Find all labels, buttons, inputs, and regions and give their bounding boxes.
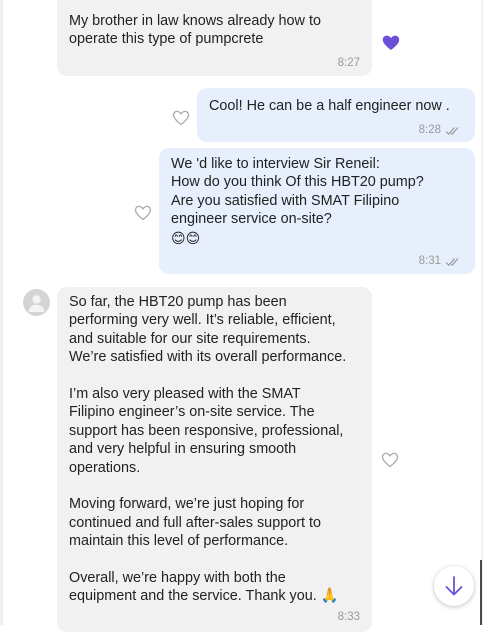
double-check-icon: [445, 123, 461, 141]
message-text-line: and suitable for our site requirements.: [69, 330, 311, 347]
avatar[interactable]: [23, 289, 50, 316]
message-text-line: Cool! He can be a half engineer now .: [209, 98, 450, 114]
message-time: 8:28: [418, 124, 441, 136]
message-text-line: engineer service on-site?: [171, 211, 332, 228]
message-text-line: I’m also very pleased with the SMAT: [69, 386, 301, 403]
paragraph-break: [69, 477, 372, 495]
default-user-avatar-icon: [28, 295, 45, 312]
message-text-line: support has been responsive, professiona…: [69, 422, 344, 439]
message-text-line: maintain this level of performance.: [69, 533, 289, 550]
heart-outline-icon[interactable]: [380, 450, 400, 470]
message-text-line: equipment and the service. Thank you. 🙏: [69, 588, 339, 605]
paragraph-break: [69, 367, 372, 385]
message-bubble-incoming[interactable]: My brother in law knows already how to o…: [57, 0, 372, 76]
message-time: 8:33: [337, 611, 360, 623]
message-text-line: performing very well. It’s reliable, eff…: [69, 312, 336, 329]
message-bubble-incoming[interactable]: So far, the HBT20 pump has been performi…: [57, 287, 372, 632]
message-text-line: operations.: [69, 459, 141, 476]
message-bubble-outgoing[interactable]: We 'd like to interview Sir Reneil: How …: [159, 148, 475, 274]
message-time: 8:27: [337, 57, 360, 69]
message-text-line: continued and full after-sales support t…: [69, 514, 321, 531]
message-text-line: How do you think Of this HBT20 pump?: [171, 174, 424, 191]
message-text-line: operate this type of pumpcrete: [69, 31, 264, 48]
message-text-line: My brother in law knows already how to: [69, 13, 321, 29]
heart-outline-icon[interactable]: [133, 203, 153, 223]
message-text-line: and very helpful in ensuring smooth: [69, 441, 297, 458]
smiling-face-emoji: 😊😊: [171, 229, 201, 246]
message-text-line: We 'd like to interview Sir Reneil:: [171, 156, 380, 172]
message-text-line: So far, the HBT20 pump has been: [69, 294, 287, 310]
message-text-line: Are you satisfied with SMAT Filipino: [171, 192, 400, 209]
scrollbar-thumb[interactable]: [480, 560, 482, 625]
message-bubble-outgoing[interactable]: Cool! He can be a half engineer now . 8:…: [197, 88, 475, 142]
message-time: 8:31: [418, 255, 441, 267]
purple-heart-icon[interactable]: [381, 33, 401, 53]
message-text-line: Filipino engineer’s on-site service. The: [69, 404, 315, 421]
message-text-line: Moving forward, we’re just hoping for: [69, 496, 305, 513]
message-text-line: We’re satisfied with its overall perform…: [69, 349, 347, 366]
window-left-edge: [0, 0, 3, 625]
paragraph-break: [69, 551, 372, 569]
heart-outline-icon[interactable]: [171, 108, 191, 128]
double-check-icon: [445, 254, 461, 272]
message-text-line: Overall, we’re happy with both the: [69, 570, 286, 587]
arrow-down-icon: [445, 576, 463, 596]
scroll-to-bottom-button[interactable]: [434, 566, 474, 606]
